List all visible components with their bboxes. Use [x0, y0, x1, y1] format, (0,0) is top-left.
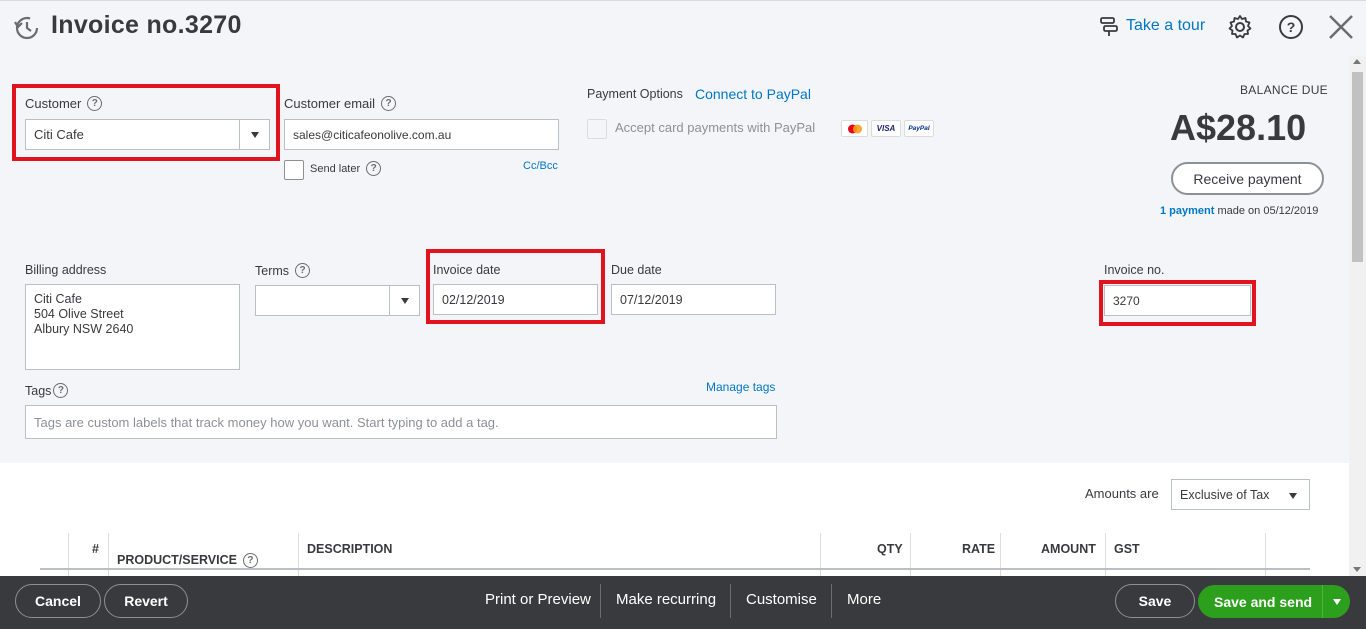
customer-label: Customer ? [25, 96, 103, 111]
customer-email-field[interactable]: sales@citicafeonolive.com.au [284, 119, 559, 150]
invoice-no-value: 3270 [1113, 293, 1140, 308]
invoice-date-field[interactable]: 02/12/2019 [433, 284, 598, 315]
make-recurring-link[interactable]: Make recurring [616, 591, 716, 608]
save-and-send-button[interactable]: Save and send [1198, 585, 1350, 618]
payment-options-label: Payment Options [587, 87, 683, 101]
invoice-no-label: Invoice no. [1104, 263, 1165, 277]
accept-paypal-label: Accept card payments with PayPal [615, 120, 816, 135]
cc-bcc-link[interactable]: Cc/Bcc [523, 160, 558, 172]
svg-text:?: ? [1287, 19, 1296, 35]
tags-label: Tags ? [25, 383, 69, 398]
take-tour-label: Take a tour [1126, 17, 1206, 34]
receive-payment-button[interactable]: Receive payment [1171, 162, 1324, 195]
billing-line-city: Albury NSW 2640 [34, 322, 134, 336]
terms-label: Terms ? [255, 263, 311, 278]
vertical-scrollbar[interactable] [1349, 56, 1366, 576]
help-icon[interactable]: ? [53, 383, 69, 398]
column-header-product-text: PRODUCT/SERVICE [117, 553, 237, 567]
tags-input[interactable]: Tags are custom labels that track money … [25, 405, 777, 439]
customer-select[interactable]: Citi Cafe [25, 119, 270, 150]
column-header-qty: QTY [877, 542, 903, 556]
column-header-number: # [92, 542, 99, 556]
footer-divider [730, 584, 731, 618]
column-header-description: DESCRIPTION [307, 542, 393, 556]
help-icon[interactable]: ? [381, 96, 397, 111]
dropdown-arrow-icon[interactable] [239, 120, 269, 149]
column-header-product: PRODUCT/SERVICE ? [117, 542, 258, 578]
billing-address-field[interactable]: Citi Cafe 504 Olive Street Albury NSW 26… [25, 284, 240, 370]
customer-label-text: Customer [25, 96, 82, 111]
mastercard-icon [841, 120, 868, 137]
footer-toolbar: Cancel Revert Print or Preview Make recu… [0, 576, 1366, 629]
customer-value: Citi Cafe [34, 127, 84, 142]
more-link[interactable]: More [847, 591, 881, 608]
send-later-label: Send later ? [310, 161, 382, 176]
help-icon[interactable]: ? [87, 96, 103, 111]
send-later-text: Send later [310, 162, 361, 175]
tags-placeholder: Tags are custom labels that track money … [34, 414, 499, 430]
help-icon[interactable]: ? [1277, 13, 1305, 41]
scroll-thumb[interactable] [1352, 72, 1363, 262]
payment-note: 1 payment made on 05/12/2019 [1160, 205, 1318, 217]
payment-count-link[interactable]: 1 payment [1160, 205, 1214, 217]
gear-icon[interactable] [1226, 13, 1254, 41]
invoice-date-label: Invoice date [433, 263, 501, 277]
due-date-label: Due date [611, 263, 662, 277]
customer-email-value: sales@citicafeonolive.com.au [293, 127, 452, 142]
signpost-icon [1100, 17, 1118, 36]
amounts-are-label: Amounts are [1085, 486, 1159, 501]
cancel-button[interactable]: Cancel [15, 584, 101, 618]
column-header-amount: AMOUNT [1041, 542, 1096, 556]
payment-date-note: made on 05/12/2019 [1217, 205, 1319, 217]
footer-divider [831, 584, 832, 618]
dropdown-arrow-icon[interactable] [389, 286, 419, 315]
amounts-are-value: Exclusive of Tax [1180, 487, 1270, 502]
print-preview-link[interactable]: Print or Preview [485, 591, 591, 608]
invoice-header: Invoice no.3270 Take a tour ? [0, 0, 1366, 56]
dropdown-arrow-icon[interactable] [1289, 493, 1297, 499]
revert-button[interactable]: Revert [104, 584, 188, 618]
terms-select[interactable] [255, 285, 420, 316]
due-date-field[interactable]: 07/12/2019 [611, 284, 776, 315]
close-icon[interactable] [1327, 13, 1355, 41]
recent-history-icon[interactable] [12, 13, 40, 41]
manage-tags-link[interactable]: Manage tags [706, 380, 775, 394]
save-and-send-label: Save and send [1214, 593, 1313, 610]
help-icon[interactable]: ? [242, 552, 258, 568]
terms-label-text: Terms [255, 263, 290, 278]
column-header-gst: GST [1114, 542, 1140, 556]
tags-label-text: Tags [25, 383, 52, 398]
customer-email-label-text: Customer email [284, 96, 376, 111]
save-options-dropdown[interactable] [1322, 585, 1350, 618]
column-header-rate: RATE [962, 542, 996, 556]
paypal-icon: PayPal [904, 120, 934, 137]
scroll-down-arrow[interactable] [1353, 567, 1361, 572]
mastercard-logo [847, 124, 862, 133]
help-icon[interactable]: ? [295, 263, 311, 278]
invoice-no-field[interactable]: 3270 [1104, 285, 1251, 316]
connect-paypal-link[interactable]: Connect to PayPal [695, 86, 811, 102]
billing-line-street: 504 Olive Street [34, 307, 124, 321]
customise-link[interactable]: Customise [746, 591, 817, 608]
send-later-checkbox[interactable] [284, 160, 304, 180]
help-icon[interactable]: ? [366, 161, 382, 176]
due-date-value: 07/12/2019 [620, 292, 683, 307]
amounts-are-select[interactable]: Exclusive of Tax [1171, 479, 1310, 510]
page-title: Invoice no.3270 [51, 11, 242, 39]
balance-due-label: BALANCE DUE [1240, 83, 1328, 97]
billing-line-name: Citi Cafe [34, 292, 82, 306]
chevron-down-icon [1332, 598, 1341, 605]
footer-divider [600, 584, 601, 618]
balance-due-amount: A$28.10 [1170, 107, 1307, 148]
scroll-up-arrow[interactable] [1353, 59, 1361, 64]
invoice-date-value: 02/12/2019 [442, 292, 505, 307]
save-button[interactable]: Save [1115, 584, 1195, 618]
customer-email-label: Customer email ? [284, 96, 397, 111]
visa-icon: VISA [871, 120, 901, 137]
accept-paypal-checkbox[interactable] [587, 119, 607, 139]
take-tour-link[interactable]: Take a tour [1098, 15, 1205, 37]
table-header-underline [40, 568, 1310, 570]
billing-address-label: Billing address [25, 263, 107, 277]
